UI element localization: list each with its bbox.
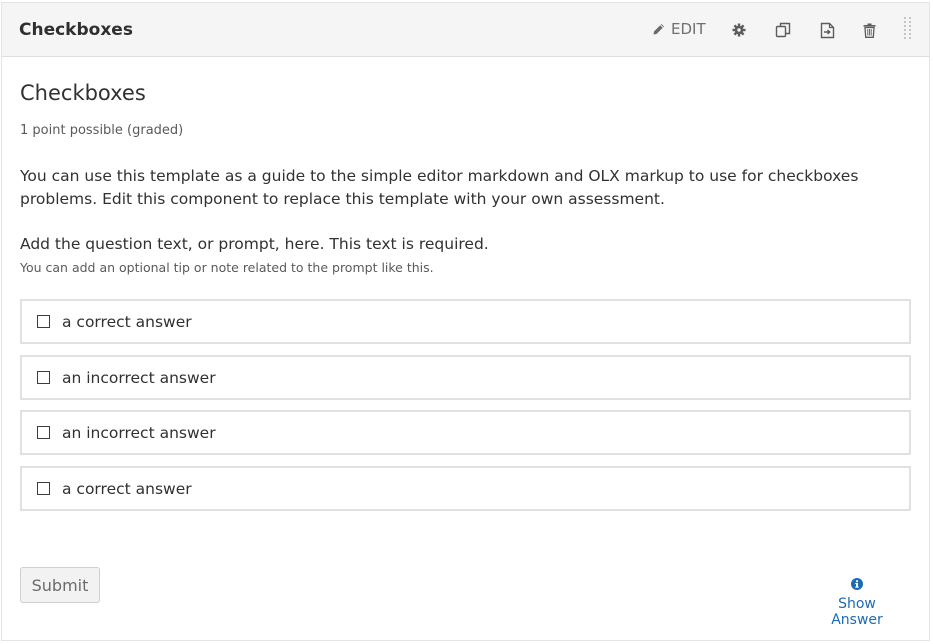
move-icon: [820, 22, 834, 38]
info-icon: [851, 578, 863, 590]
problem-component: Checkboxes EDIT Checkboxes 1 point possi…: [1, 2, 930, 641]
component-title: Checkboxes: [19, 19, 133, 40]
drag-handle[interactable]: [903, 16, 913, 42]
settings-button[interactable]: [730, 21, 748, 39]
edit-label: EDIT: [671, 20, 706, 38]
option-label: a correct answer: [62, 312, 192, 331]
option-label: an incorrect answer: [62, 423, 216, 442]
checkbox-option-1[interactable]: a correct answer: [20, 299, 911, 344]
option-label: an incorrect answer: [62, 368, 216, 387]
checkbox[interactable]: [37, 371, 50, 384]
problem-description: You can use this template as a guide to …: [20, 167, 859, 208]
submit-button[interactable]: Submit: [20, 567, 100, 603]
duplicate-button[interactable]: [774, 21, 792, 39]
checkbox-option-3[interactable]: an incorrect answer: [20, 410, 911, 455]
points-possible: 1 point possible (graded): [20, 123, 184, 138]
duplicate-icon: [775, 22, 791, 38]
checkbox[interactable]: [37, 426, 50, 439]
pencil-icon: [653, 23, 664, 34]
edit-button[interactable]: EDIT: [652, 20, 706, 38]
checkbox[interactable]: [37, 315, 50, 328]
checkbox-option-4[interactable]: a correct answer: [20, 466, 911, 511]
checkbox[interactable]: [37, 482, 50, 495]
drag-handle-icon: [904, 17, 911, 39]
show-answer-label: Show Answer: [831, 596, 883, 628]
move-button[interactable]: [818, 21, 836, 39]
problem-title: Checkboxes: [20, 81, 146, 105]
question-prompt: Add the question text, or prompt, here. …: [20, 235, 489, 253]
trash-icon: [863, 23, 875, 38]
show-answer-button[interactable]: Show Answer: [811, 575, 903, 628]
delete-button[interactable]: [860, 21, 878, 39]
checkbox-option-2[interactable]: an incorrect answer: [20, 355, 911, 400]
question-tip: You can add an optional tip or note rela…: [20, 260, 434, 275]
component-header: Checkboxes EDIT: [2, 3, 929, 57]
option-label: a correct answer: [62, 479, 192, 498]
gear-icon: [732, 23, 746, 37]
